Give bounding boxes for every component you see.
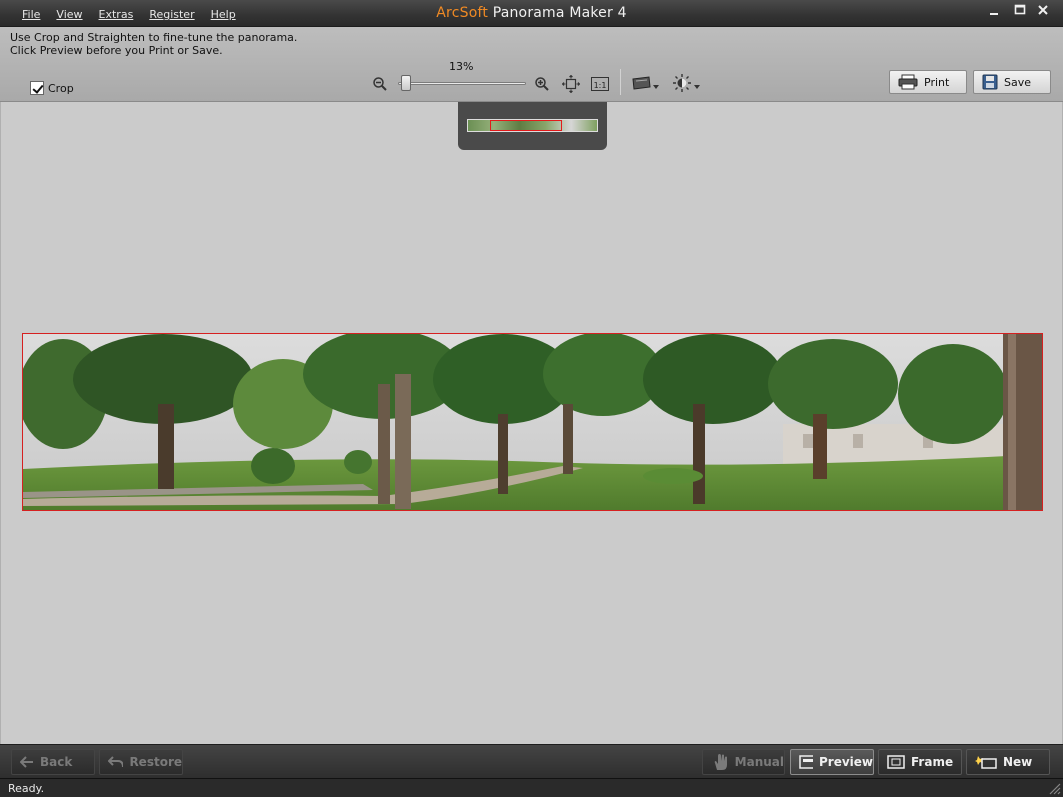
title-bar: File View Extras Register Help ArcSoft P… bbox=[0, 0, 1063, 27]
app-title: ArcSoft Panorama Maker 4 bbox=[0, 5, 1063, 21]
hint-line-1: Use Crop and Straighten to fine-tune the… bbox=[10, 31, 298, 44]
new-button[interactable]: New bbox=[966, 749, 1050, 775]
undo-icon bbox=[108, 756, 124, 768]
brightness-button[interactable] bbox=[672, 74, 702, 92]
frame-icon bbox=[887, 755, 905, 769]
zoom-in-button[interactable] bbox=[533, 75, 551, 93]
save-label: Save bbox=[1004, 75, 1032, 89]
arrow-left-icon bbox=[20, 756, 33, 768]
crop-checkbox[interactable]: Crop bbox=[30, 81, 74, 95]
toolbar-separator bbox=[620, 69, 621, 95]
manual-button[interactable]: Manual bbox=[702, 749, 785, 775]
resize-grip-icon[interactable] bbox=[1047, 781, 1061, 795]
maximize-button[interactable] bbox=[1010, 4, 1030, 22]
svg-text:1:1: 1:1 bbox=[594, 81, 607, 90]
panorama-canvas[interactable] bbox=[0, 102, 1063, 744]
preview-label: Preview bbox=[818, 755, 873, 769]
brightness-icon bbox=[673, 74, 700, 92]
actual-size-button[interactable]: 1:1 bbox=[591, 75, 609, 93]
zoom-out-icon bbox=[373, 77, 387, 91]
new-panorama-icon bbox=[975, 756, 997, 769]
print-button[interactable]: Print bbox=[889, 70, 967, 94]
crop-label: Crop bbox=[48, 81, 74, 95]
minimize-button[interactable] bbox=[984, 4, 1004, 22]
zoom-slider-thumb[interactable] bbox=[401, 75, 411, 91]
straighten-icon bbox=[632, 76, 659, 90]
frame-button[interactable]: Frame bbox=[878, 749, 962, 775]
app-window: File View Extras Register Help ArcSoft P… bbox=[0, 0, 1063, 797]
close-icon bbox=[1038, 5, 1048, 15]
new-label: New bbox=[1003, 755, 1033, 769]
zoom-percent: 13% bbox=[449, 60, 474, 73]
fit-to-window-button[interactable] bbox=[562, 75, 580, 93]
bottom-navigation: Back Restore Manual Preview Frame New bbox=[0, 744, 1063, 778]
panorama-photo bbox=[23, 334, 1042, 510]
minimize-icon bbox=[990, 13, 998, 15]
app-brand: ArcSoft bbox=[436, 5, 489, 21]
straighten-button[interactable] bbox=[631, 74, 661, 92]
hand-icon bbox=[714, 754, 727, 770]
zoom-in-icon bbox=[535, 77, 549, 91]
restore-label: Restore bbox=[129, 755, 182, 769]
hint-line-2: Click Preview before you Print or Save. bbox=[10, 44, 223, 57]
close-button[interactable] bbox=[1033, 4, 1053, 22]
back-label: Back bbox=[40, 755, 73, 769]
zoom-slider-track[interactable] bbox=[398, 82, 526, 85]
preview-icon bbox=[799, 755, 813, 769]
navigator-viewport[interactable] bbox=[490, 120, 562, 131]
save-button[interactable]: Save bbox=[973, 70, 1051, 94]
zoom-out-button[interactable] bbox=[371, 75, 389, 93]
printer-icon bbox=[898, 74, 918, 90]
back-button[interactable]: Back bbox=[11, 749, 95, 775]
app-product-name: Panorama Maker 4 bbox=[492, 5, 627, 21]
navigator-panel bbox=[458, 102, 607, 150]
instruction-hint: Use Crop and Straighten to fine-tune the… bbox=[10, 31, 297, 57]
maximize-icon bbox=[1014, 4, 1026, 15]
navigator-thumbnail[interactable] bbox=[467, 119, 598, 132]
floppy-disk-icon bbox=[982, 74, 998, 90]
status-text: Ready. bbox=[8, 782, 45, 795]
crop-checkbox-box[interactable] bbox=[30, 81, 44, 95]
frame-label: Frame bbox=[911, 755, 954, 769]
restore-button[interactable]: Restore bbox=[99, 749, 183, 775]
status-bar: Ready. bbox=[0, 778, 1063, 797]
toolbar: Use Crop and Straighten to fine-tune the… bbox=[0, 27, 1063, 102]
actual-size-icon: 1:1 bbox=[591, 77, 609, 91]
manual-label: Manual bbox=[734, 755, 784, 769]
preview-button[interactable]: Preview bbox=[790, 749, 874, 775]
print-label: Print bbox=[924, 75, 950, 89]
panorama-image[interactable] bbox=[22, 333, 1043, 511]
fit-to-window-icon bbox=[562, 75, 580, 93]
